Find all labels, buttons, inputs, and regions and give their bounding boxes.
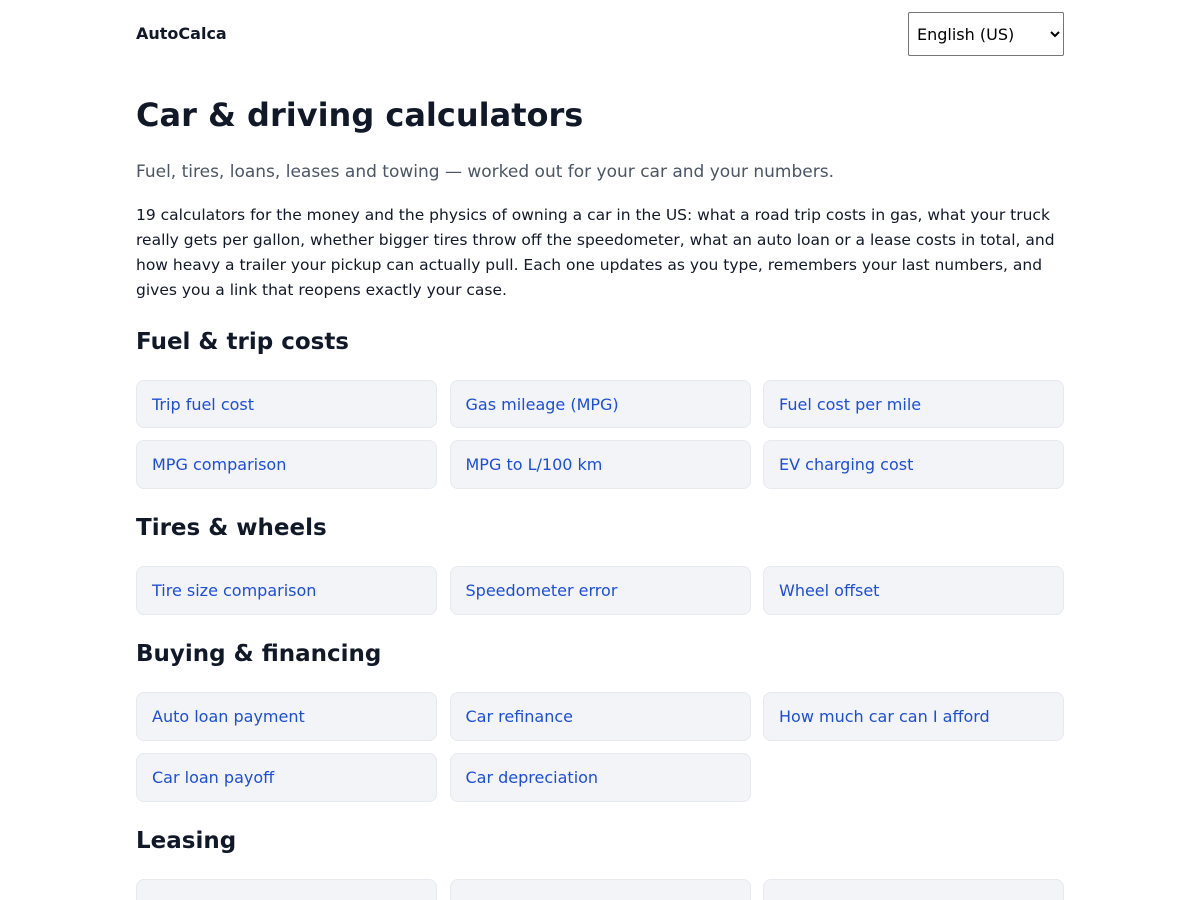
calculator-link-auto-loan-payment[interactable]: Auto loan payment (136, 692, 437, 741)
section-leasing: Leasing (136, 826, 1064, 900)
section-buying: Buying & financing Auto loan payment Car… (136, 639, 1064, 802)
language-select[interactable]: English (US) (908, 12, 1064, 56)
calculator-link-fuel-cost-per-mile[interactable]: Fuel cost per mile (763, 380, 1064, 428)
calculator-grid-tires: Tire size comparison Speedometer error W… (136, 566, 1064, 615)
brand-link[interactable]: AutoCalca (136, 24, 227, 44)
page-title: Car & driving calculators (136, 96, 584, 134)
section-fuel: Fuel & trip costs Trip fuel cost Gas mil… (136, 327, 1064, 489)
calculator-link-leasing-3[interactable] (763, 879, 1064, 900)
calculator-link-leasing-2[interactable] (449, 879, 751, 900)
section-tires: Tires & wheels Tire size comparison Spee… (136, 513, 1064, 615)
calculator-link-car-refinance[interactable]: Car refinance (449, 692, 751, 741)
page-container: AutoCalca English (US) Car & driving cal… (136, 0, 1064, 900)
calculator-link-car-loan-payoff[interactable]: Car loan payoff (136, 753, 437, 802)
calculator-link-trip-fuel-cost[interactable]: Trip fuel cost (136, 380, 437, 428)
calculator-grid-fuel: Trip fuel cost Gas mileage (MPG) Fuel co… (136, 380, 1064, 489)
calculator-link-car-affordability[interactable]: How much car can I afford (763, 692, 1064, 741)
calculator-link-wheel-offset[interactable]: Wheel offset (763, 566, 1064, 615)
page-tagline: Fuel, tires, loans, leases and towing — … (136, 162, 834, 182)
calculator-link-tire-size-comparison[interactable]: Tire size comparison (136, 566, 437, 615)
site-header: AutoCalca English (US) (136, 0, 1064, 68)
calculator-grid-leasing (136, 879, 1064, 900)
calculator-link-speedometer-error[interactable]: Speedometer error (449, 566, 751, 615)
section-title-buying: Buying & financing (136, 641, 382, 667)
calculator-link-ev-charging-cost[interactable]: EV charging cost (763, 440, 1064, 489)
section-title-tires: Tires & wheels (136, 515, 327, 541)
section-title-leasing: Leasing (136, 828, 237, 854)
calculator-link-leasing-1[interactable] (136, 879, 437, 900)
calculator-grid-buying: Auto loan payment Car refinance How much… (136, 692, 1064, 802)
calculator-link-gas-mileage[interactable]: Gas mileage (MPG) (449, 380, 751, 428)
calculator-link-car-depreciation[interactable]: Car depreciation (449, 753, 751, 802)
calculator-link-mpg-to-l100km[interactable]: MPG to L/100 km (449, 440, 751, 489)
calculator-link-mpg-comparison[interactable]: MPG comparison (136, 440, 437, 489)
section-title-fuel: Fuel & trip costs (136, 329, 349, 355)
page-intro: 19 calculators for the money and the phy… (136, 206, 1055, 299)
